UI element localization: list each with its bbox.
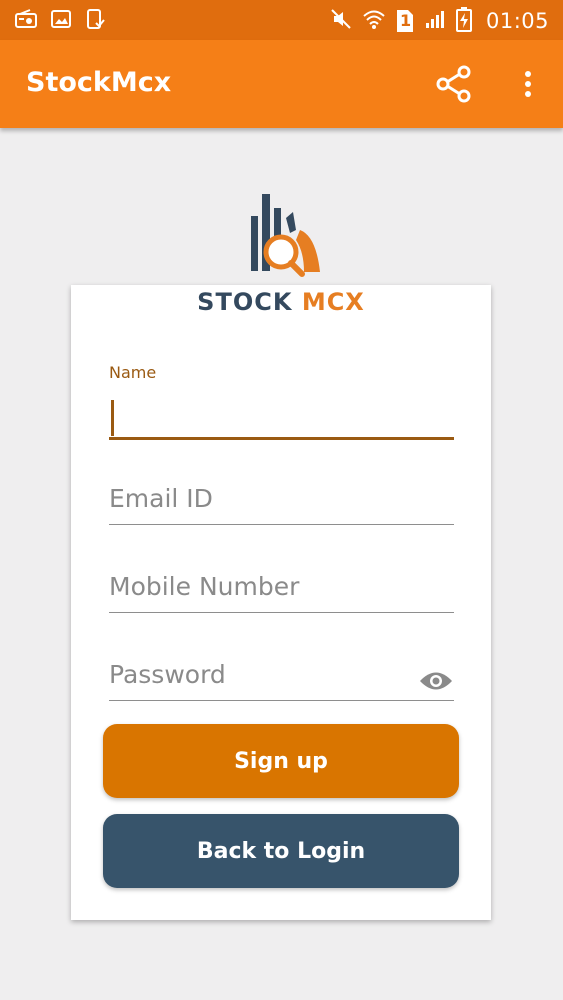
more-options-button[interactable] — [508, 62, 548, 106]
name-label: Name — [109, 363, 157, 382]
phone-check-icon — [84, 8, 106, 34]
brand-word-mcx: MCX — [301, 288, 365, 316]
status-right-icons: 1 01:05 — [330, 6, 549, 36]
mobile-underline — [109, 612, 454, 613]
mobile-number-placeholder: Mobile Number — [109, 572, 300, 601]
battery-charging-icon — [455, 6, 472, 36]
app-toolbar: StockMcx — [0, 40, 563, 128]
wifi-icon — [362, 8, 386, 34]
status-left-icons — [14, 8, 106, 34]
mobile-number-field[interactable]: Mobile Number — [109, 568, 454, 616]
status-bar: 1 01:05 — [0, 0, 563, 40]
app-title: StockMcx — [26, 67, 172, 98]
signal-icon — [424, 8, 446, 34]
text-cursor — [111, 400, 114, 436]
sim-icon: 1 — [396, 9, 414, 33]
stockmcx-logo — [238, 188, 328, 288]
email-placeholder: Email ID — [109, 484, 213, 513]
name-underline — [109, 437, 454, 440]
eye-icon[interactable] — [418, 670, 454, 696]
name-field[interactable]: Name — [109, 363, 454, 441]
signup-card: STOCK MCX Name Email ID Mobile Number Pa… — [71, 285, 491, 920]
more-vert-icon — [525, 71, 531, 97]
status-time: 01:05 — [485, 9, 549, 33]
share-icon — [436, 65, 471, 103]
password-underline — [109, 700, 454, 701]
image-icon — [50, 9, 72, 33]
sim-slot-number: 1 — [399, 11, 412, 30]
radio-icon — [14, 9, 38, 33]
email-underline — [109, 524, 454, 525]
password-placeholder: Password — [109, 660, 226, 689]
share-button[interactable] — [432, 62, 476, 106]
brand-word-stock: STOCK — [197, 288, 293, 316]
email-field[interactable]: Email ID — [109, 480, 454, 528]
mute-icon — [330, 8, 352, 34]
brand-wordmark: STOCK MCX — [71, 288, 491, 316]
back-to-login-button[interactable]: Back to Login — [103, 814, 459, 888]
sign-up-button[interactable]: Sign up — [103, 724, 459, 798]
password-field[interactable]: Password — [109, 656, 454, 704]
